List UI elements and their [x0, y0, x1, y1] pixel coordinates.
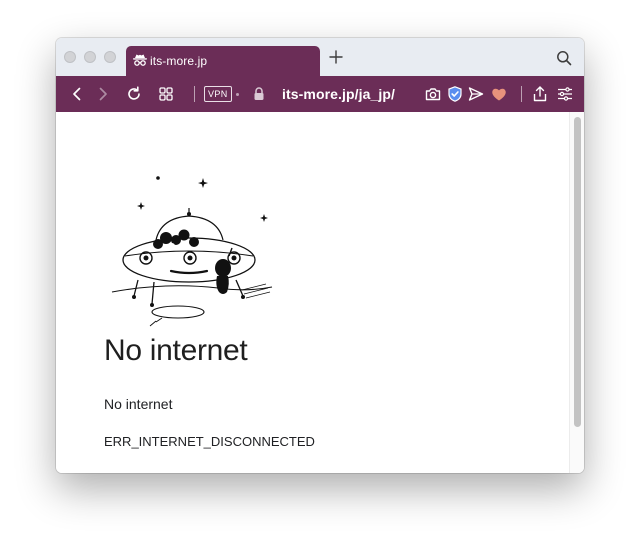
scrollbar-thumb[interactable] [574, 117, 581, 427]
plus-icon[interactable] [328, 49, 344, 65]
back-icon[interactable] [68, 85, 86, 103]
error-description: No internet [104, 396, 173, 412]
address-toolbar: VPN its-more.jp/ja_jp/ [56, 76, 584, 112]
tab-bar: its-more.jp [56, 38, 584, 76]
reload-icon[interactable] [125, 85, 143, 103]
scrollbar[interactable] [569, 112, 584, 473]
zoom-window-button[interactable] [104, 51, 116, 63]
page-content: No internet No internet ERR_INTERNET_DIS… [56, 112, 584, 473]
lock-icon[interactable] [250, 85, 268, 103]
browser-window: its-more.jp VPN its-more.jp/ja_jp/ No in… [56, 38, 584, 473]
heart-icon[interactable] [490, 85, 508, 103]
menu-icon[interactable] [556, 85, 574, 103]
vpn-button[interactable]: VPN [204, 86, 232, 102]
tab-active[interactable]: its-more.jp [126, 46, 320, 76]
share-icon[interactable] [531, 85, 549, 103]
toolbar-divider-right [521, 86, 522, 102]
close-window-button[interactable] [64, 51, 76, 63]
minimize-window-button[interactable] [84, 51, 96, 63]
ufo-illustration [111, 176, 273, 327]
send-icon[interactable] [467, 85, 485, 103]
address-url[interactable]: its-more.jp/ja_jp/ [282, 86, 395, 102]
forward-icon[interactable] [94, 85, 112, 103]
camera-icon[interactable] [424, 85, 442, 103]
page-title: No internet [104, 334, 248, 367]
error-code: ERR_INTERNET_DISCONNECTED [104, 434, 315, 449]
search-icon[interactable] [556, 50, 572, 66]
shield-icon[interactable] [446, 85, 464, 103]
vpn-status-dot [236, 93, 239, 96]
tabs-grid-icon[interactable] [157, 85, 175, 103]
incognito-icon [133, 54, 147, 66]
tab-title: its-more.jp [150, 54, 208, 68]
toolbar-divider [194, 86, 195, 102]
